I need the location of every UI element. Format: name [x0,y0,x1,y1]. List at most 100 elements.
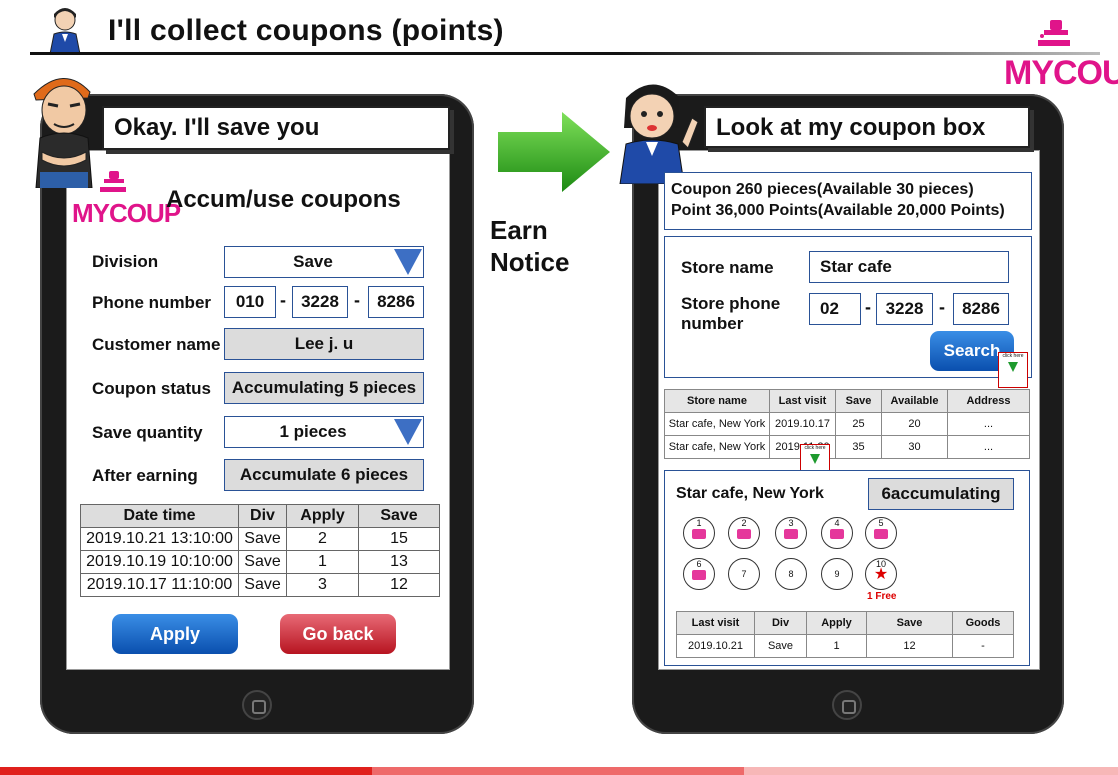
table-cell: 30 [881,435,948,459]
click-hint-text: click here [804,445,826,451]
phone-dash: - [939,297,945,317]
left-logo-text: MYCOUP [72,198,181,228]
table-row[interactable]: 2019.10.19 10:10:00 Save 1 13 [80,550,440,574]
stamp-number: 7 [741,569,747,579]
mycoup-small-logo-icon [96,170,130,194]
stamp-number: 6 [696,559,702,569]
table-header-row: Date time Div Apply Save [80,504,440,528]
staff-character [24,68,104,189]
table-cell: 13 [358,550,440,574]
stamp-slot: 2 [728,517,760,549]
stamp-mark-icon [737,529,751,539]
table-cell: 15 [358,527,440,551]
table-header: Apply [286,504,359,528]
store-phone-field-1[interactable]: 02 [809,293,861,325]
table-cell: - [952,634,1014,658]
table-header: Goods [952,611,1014,635]
table-header: Save [358,504,440,528]
star-icon: ★ [873,566,889,583]
footer-stripe [372,767,744,775]
table-cell: 12 [358,573,440,597]
home-button[interactable] [242,690,272,720]
store-phone-label: Store phone number [681,294,780,334]
table-header: Apply [806,611,867,635]
stamp-slot: 4 [821,517,853,549]
coupon-summary-line: Coupon 260 pieces(Available 30 pieces) [671,181,974,198]
stamp-number: 8 [788,569,794,579]
table-cell: Save [238,527,287,551]
stamp-mark-icon [692,570,706,580]
go-back-button[interactable]: Go back [280,614,396,654]
table-row[interactable]: Star cafe, New York 2019.11.20 35 30 ... [664,435,1030,459]
table-cell: ... [947,412,1030,436]
phone-dash: - [354,290,360,310]
table-header: Div [238,504,287,528]
stamp-mark-icon [874,529,888,539]
after-earning-label: After earning [92,466,198,485]
store-phone-field-2[interactable]: 3228 [876,293,933,325]
table-cell: 2019.10.17 [769,412,836,436]
stamp-number: 3 [788,518,794,528]
detail-table: Last visit Div Apply Save Goods 2019.10.… [676,611,1014,658]
earn-notice-label: Earn Notice [490,214,569,278]
table-header-row: Store name Last visit Save Available Add… [664,389,1030,413]
stamp-slot: 10 ★ [865,558,897,590]
division-label: Division [92,252,159,271]
phone-field-1[interactable]: 010 [224,286,276,318]
left-screen-title: Accum/use coupons [166,186,401,213]
division-value: Save [293,252,333,271]
phone-field-2[interactable]: 3228 [292,286,348,318]
click-here-hand-icon: click here [998,352,1028,388]
customer-label: Customer name [92,335,221,354]
stamp-number: 2 [741,518,747,528]
store-name-input[interactable]: Star cafe [809,251,1009,283]
table-cell: Star cafe, New York [664,435,770,459]
stamp-slot: 6 [683,558,715,590]
table-cell: 25 [835,412,882,436]
table-cell: 2019.10.21 13:10:00 [80,527,239,551]
title-divider [30,52,1100,55]
store-phone-field-3[interactable]: 8286 [953,293,1009,325]
stamp-slot: 7 [728,558,760,590]
store-list-table: Store name Last visit Save Available Add… [664,389,1030,459]
stamp-slot: 8 [775,558,807,590]
table-cell: 12 [866,634,953,658]
footer-stripe [0,767,372,775]
earn-text: Earn [490,215,548,245]
table-row[interactable]: Star cafe, New York 2019.10.17 25 20 ... [664,412,1030,436]
table-cell: 35 [835,435,882,459]
table-header: Address [947,389,1030,413]
stamp-number: 9 [834,569,840,579]
dropdown-arrow-icon[interactable] [394,419,422,445]
table-cell: 2019.10.17 11:10:00 [80,573,239,597]
coupon-status-field: Accumulating 5 pieces [224,372,424,404]
table-cell: Save [238,573,287,597]
phone-field-3[interactable]: 8286 [368,286,424,318]
store-name-label: Store name [681,258,774,277]
table-row[interactable]: 2019.10.21 13:10:00 Save 2 15 [80,527,440,551]
left-speech-text: Okay. I'll save you [114,114,320,141]
table-row[interactable]: 2019.10.17 11:10:00 Save 3 12 [80,573,440,597]
table-header: Last visit [676,611,755,635]
point-summary-line: Point 36,000 Points(Available 20,000 Poi… [671,202,1005,219]
table-cell: 20 [881,412,948,436]
stamp-mark-icon [784,529,798,539]
table-header: Save [866,611,953,635]
customer-character [612,78,708,185]
table-cell: Save [754,634,807,658]
right-speech-text: Look at my coupon box [716,114,986,141]
table-row[interactable]: 2019.10.21 Save 1 12 - [676,634,1014,658]
stamp-slot: 3 [775,517,807,549]
dropdown-arrow-icon[interactable] [394,249,422,275]
apply-button[interactable]: Apply [112,614,238,654]
home-button[interactable] [832,690,862,720]
table-header: Store name [664,389,770,413]
table-cell: 1 [806,634,867,658]
stamp-number: 5 [878,518,884,528]
table-header: Div [754,611,807,635]
history-table: Date time Div Apply Save 2019.10.21 13:1… [80,504,440,597]
save-quantity-value: 1 pieces [279,422,347,441]
page-title: I'll collect coupons (points) [108,14,504,47]
stamp-number: 1 [696,518,702,528]
free-label: 1 Free [867,591,897,602]
